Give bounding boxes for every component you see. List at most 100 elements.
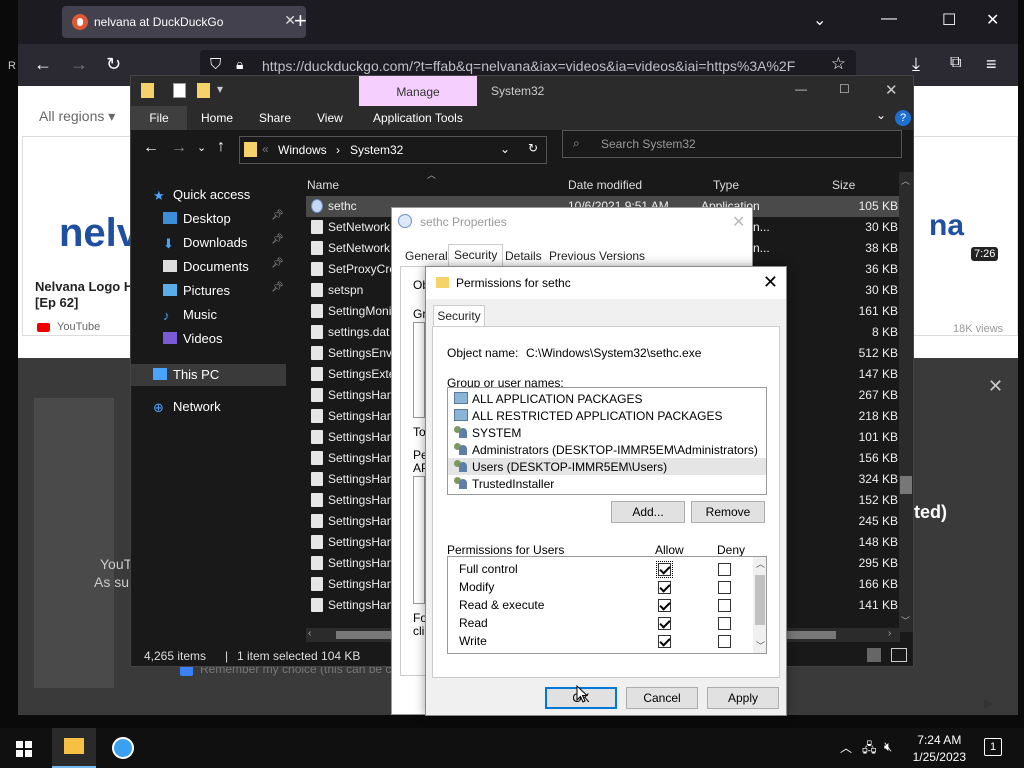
user-row[interactable]: SYSTEM: [448, 424, 766, 441]
scroll-thumb[interactable]: [900, 476, 912, 494]
col-date[interactable]: Date modified: [568, 178, 642, 192]
group-users-list[interactable]: ALL APPLICATION PACKAGES ALL RESTRICTED A…: [447, 387, 767, 495]
lock-icon[interactable]: 🔒︎: [236, 56, 243, 73]
user-row[interactable]: Users (DESKTOP-IMMR5EM\Users): [448, 458, 766, 475]
perm-close-button[interactable]: ✕: [763, 272, 778, 293]
props-tab-security[interactable]: Security: [448, 244, 504, 266]
perm-scroll-thumb[interactable]: [755, 575, 765, 625]
close-window-button[interactable]: ✕: [986, 10, 999, 30]
explorer-maximize[interactable]: ☐: [839, 82, 850, 96]
ribbon-view-tab[interactable]: View: [317, 111, 343, 125]
user-row[interactable]: Administrators (DESKTOP-IMMR5EM\Administ…: [448, 441, 766, 458]
vertical-scrollbar[interactable]: ︿ ﹀: [899, 172, 913, 632]
minimize-button[interactable]: —: [881, 10, 897, 28]
remove-button[interactable]: Remove: [691, 501, 765, 523]
scroll-up-arrow[interactable]: ︿: [901, 174, 911, 186]
perm-scroll-down-arrow[interactable]: ﹀: [756, 639, 765, 652]
breadcrumb-overflow-icon[interactable]: «: [262, 142, 269, 156]
volume-muted-icon[interactable]: 🔇︎: [884, 739, 892, 755]
recent-locations-icon[interactable]: ⌄: [197, 141, 206, 154]
menu-icon[interactable]: ≡: [986, 54, 997, 75]
explorer-minimize[interactable]: —: [795, 82, 807, 96]
ribbon-share-tab[interactable]: Share: [259, 111, 291, 125]
downloads-icon[interactable]: ⤓: [912, 54, 920, 75]
ribbon-expand-chevron-icon[interactable]: ⌄: [876, 108, 886, 122]
user-row[interactable]: TrustedInstaller: [448, 475, 766, 492]
video-title[interactable]: Nelvana Logo Hi [Ep 62]: [35, 279, 143, 311]
perm-security-tab[interactable]: Security: [433, 305, 485, 327]
cancel-button[interactable]: Cancel: [626, 687, 698, 709]
ribbon-home-tab[interactable]: Home: [201, 111, 233, 125]
props-tab-details[interactable]: Details: [500, 246, 547, 266]
new-tab-button[interactable]: +: [294, 8, 307, 34]
deny-checkbox[interactable]: [718, 599, 731, 612]
scroll-right-arrow[interactable]: ›: [888, 628, 891, 639]
deny-checkbox[interactable]: [718, 563, 731, 576]
notification-center-icon[interactable]: 1: [984, 738, 1002, 756]
deny-checkbox[interactable]: [718, 635, 731, 648]
col-size[interactable]: Size: [832, 178, 855, 192]
nav-this-pc[interactable]: This PC: [153, 364, 219, 386]
nav-quick-access[interactable]: ★ Quick access: [153, 184, 250, 206]
nav-pictures[interactable]: Pictures: [163, 280, 230, 302]
perm-scroll-up-arrow[interactable]: ︿: [756, 557, 765, 570]
nav-documents[interactable]: Documents: [163, 256, 249, 278]
breadcrumb-system32[interactable]: System32: [350, 143, 403, 157]
props-tab-previous-versions[interactable]: Previous Versions: [544, 246, 650, 266]
details-view-icon[interactable]: [867, 648, 881, 662]
allow-checkbox[interactable]: [658, 581, 671, 594]
user-row[interactable]: ALL APPLICATION PACKAGES: [448, 390, 766, 407]
allow-checkbox[interactable]: [658, 635, 671, 648]
shield-icon[interactable]: ⛉: [210, 56, 221, 73]
refresh-icon[interactable]: ↻: [528, 141, 538, 155]
tab-list-chevron-icon[interactable]: ⌄: [813, 10, 826, 30]
regions-dropdown[interactable]: All regions ▾: [39, 108, 115, 125]
large-icons-view-icon[interactable]: [891, 648, 907, 662]
nav-network[interactable]: ⊕ Network: [153, 396, 221, 418]
nav-videos[interactable]: Videos: [163, 328, 223, 350]
up-button[interactable]: ↑: [217, 138, 225, 156]
forward-button[interactable]: →: [70, 54, 88, 75]
reload-button[interactable]: ↻: [106, 54, 121, 75]
user-row[interactable]: ALL RESTRICTED APPLICATION PACKAGES: [448, 407, 766, 424]
address-bar[interactable]: « Windows › System32 ⌄ ↻: [239, 136, 547, 164]
search-box[interactable]: ⌕ Search System32: [562, 130, 902, 158]
customize-qat-icon[interactable]: ▾: [217, 82, 223, 96]
breadcrumb-windows[interactable]: Windows: [278, 143, 327, 157]
scroll-left-arrow[interactable]: ‹: [308, 628, 311, 639]
permissions-scrollbar[interactable]: ︿ ﹀: [753, 557, 766, 653]
col-name[interactable]: Name: [307, 178, 339, 192]
props-close-button[interactable]: ✕: [732, 212, 745, 232]
deny-checkbox[interactable]: [718, 581, 731, 594]
nav-downloads[interactable]: ⬇ Downloads: [163, 232, 247, 254]
properties-icon[interactable]: [173, 83, 186, 98]
col-type[interactable]: Type: [713, 178, 739, 192]
taskbar-clock[interactable]: 7:24 AM 1/25/2023: [913, 732, 966, 766]
ribbon-file-tab[interactable]: File: [131, 106, 187, 130]
manage-tab[interactable]: Manage: [359, 76, 477, 106]
windows-start-icon[interactable]: [16, 741, 32, 757]
taskbar-browser[interactable]: [100, 728, 144, 768]
explorer-forward-button[interactable]: →: [171, 139, 187, 157]
add-button[interactable]: Add...: [611, 501, 685, 523]
browser-tab[interactable]: nelvana at DuckDuckGo ✕: [62, 6, 306, 38]
deny-checkbox[interactable]: [718, 617, 731, 630]
allow-checkbox[interactable]: [658, 617, 671, 630]
scroll-right-arrow[interactable]: ▶: [984, 696, 993, 710]
overlay-close-icon[interactable]: ✕: [988, 376, 1003, 397]
nav-music[interactable]: ♪ Music: [163, 304, 217, 326]
tray-chevron-icon[interactable]: ︿: [840, 739, 852, 756]
allow-checkbox[interactable]: [656, 561, 673, 578]
ribbon-application-tools-tab[interactable]: Application Tools: [373, 111, 463, 125]
video-card-right[interactable]: na 7:26 18K views: [908, 136, 1018, 336]
bookmark-star-icon[interactable]: ☆: [831, 54, 846, 74]
allow-checkbox[interactable]: [658, 599, 671, 612]
extensions-icon[interactable]: ⧉: [950, 54, 961, 72]
back-button[interactable]: ←: [34, 54, 52, 75]
network-status-icon[interactable]: 🖧︎: [862, 739, 877, 761]
explorer-back-button[interactable]: ←: [143, 139, 159, 157]
nav-desktop[interactable]: Desktop: [163, 208, 231, 230]
new-folder-icon[interactable]: [197, 83, 210, 98]
scroll-down-arrow[interactable]: ﹀: [901, 614, 910, 627]
explorer-close[interactable]: ✕: [885, 81, 898, 99]
